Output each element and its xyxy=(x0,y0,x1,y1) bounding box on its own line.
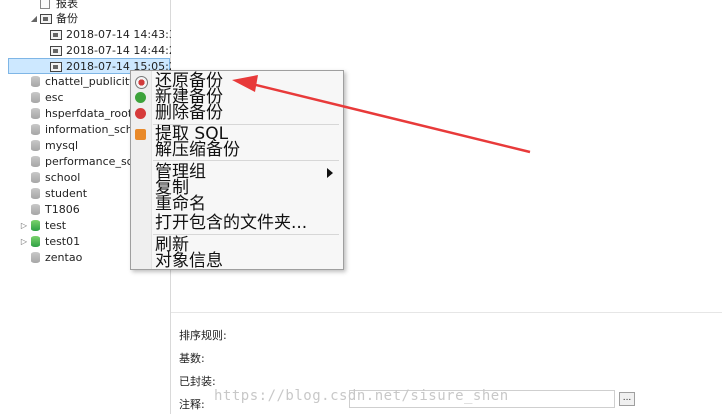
tree-item-database[interactable]: student xyxy=(31,186,87,202)
database-open-icon xyxy=(31,236,40,247)
browse-button[interactable]: ... xyxy=(619,392,635,406)
database-icon xyxy=(31,108,40,119)
database-icon xyxy=(31,140,40,151)
menu-separator xyxy=(153,160,339,161)
tree-item-backup-group[interactable]: 备份 xyxy=(40,11,78,27)
database-open-icon xyxy=(31,220,40,231)
sort-rule-label: 排序规则: xyxy=(179,329,227,342)
backup-file-icon xyxy=(50,30,62,40)
tree-item-database[interactable]: hsperfdata_root xyxy=(31,106,132,122)
tree-item-database-open[interactable]: test01 xyxy=(31,234,80,250)
base-label: 基数: xyxy=(179,352,205,365)
menu-item-delete-backup[interactable]: 删除备份 xyxy=(155,105,223,122)
submenu-arrow-icon xyxy=(327,168,333,178)
sealed-label: 已封装: xyxy=(179,375,216,388)
tree-item-database[interactable]: zentao xyxy=(31,250,82,266)
tree-item-database[interactable]: school xyxy=(31,170,80,186)
tree-item-database-open[interactable]: test xyxy=(31,218,66,234)
database-icon xyxy=(31,76,40,87)
database-icon xyxy=(31,92,40,103)
backup-folder-icon xyxy=(40,14,52,24)
tree-item-database[interactable]: mysql xyxy=(31,138,78,154)
extract-sql-icon xyxy=(135,129,146,140)
menu-item-open-containing-folder[interactable]: 打开包含的文件夹... xyxy=(155,215,307,232)
database-icon xyxy=(31,172,40,183)
database-icon xyxy=(31,204,40,215)
expand-arrow-icon[interactable]: ▷ xyxy=(20,222,28,230)
database-icon xyxy=(31,188,40,199)
database-icon xyxy=(31,252,40,263)
tree-item-database[interactable]: chattel_publicity xyxy=(31,74,136,90)
database-icon xyxy=(31,124,40,135)
expand-arrow-icon[interactable]: ▷ xyxy=(20,238,28,246)
comment-label: 注释: xyxy=(179,398,205,411)
backup-file-icon xyxy=(50,46,62,56)
tree-item-backup-1[interactable]: 2018-07-14 14:43:36 xyxy=(50,27,183,43)
collapse-arrow-icon[interactable]: ◢ xyxy=(30,15,38,23)
backup-file-icon xyxy=(50,62,62,72)
menu-item-rename[interactable]: 重命名 xyxy=(155,196,206,213)
menu-item-decompress-backup[interactable]: 解压缩备份 xyxy=(155,142,240,159)
delete-icon xyxy=(135,108,146,119)
menu-item-object-info[interactable]: 对象信息 xyxy=(155,253,223,270)
restore-icon xyxy=(135,76,148,89)
add-icon xyxy=(135,92,146,103)
database-icon xyxy=(31,156,40,167)
context-menu: 还原备份 新建备份 删除备份 提取 SQL 解压缩备份 管理组 复制 重命名 打… xyxy=(130,70,344,270)
tree-item-database[interactable]: T1806 xyxy=(31,202,80,218)
tree-item-backup-2[interactable]: 2018-07-14 14:44:29 xyxy=(50,43,183,59)
tree-item-database[interactable]: esc xyxy=(31,90,64,106)
watermark: https://blog.csdn.net/sisure_shen xyxy=(214,388,509,404)
report-icon xyxy=(40,0,50,9)
